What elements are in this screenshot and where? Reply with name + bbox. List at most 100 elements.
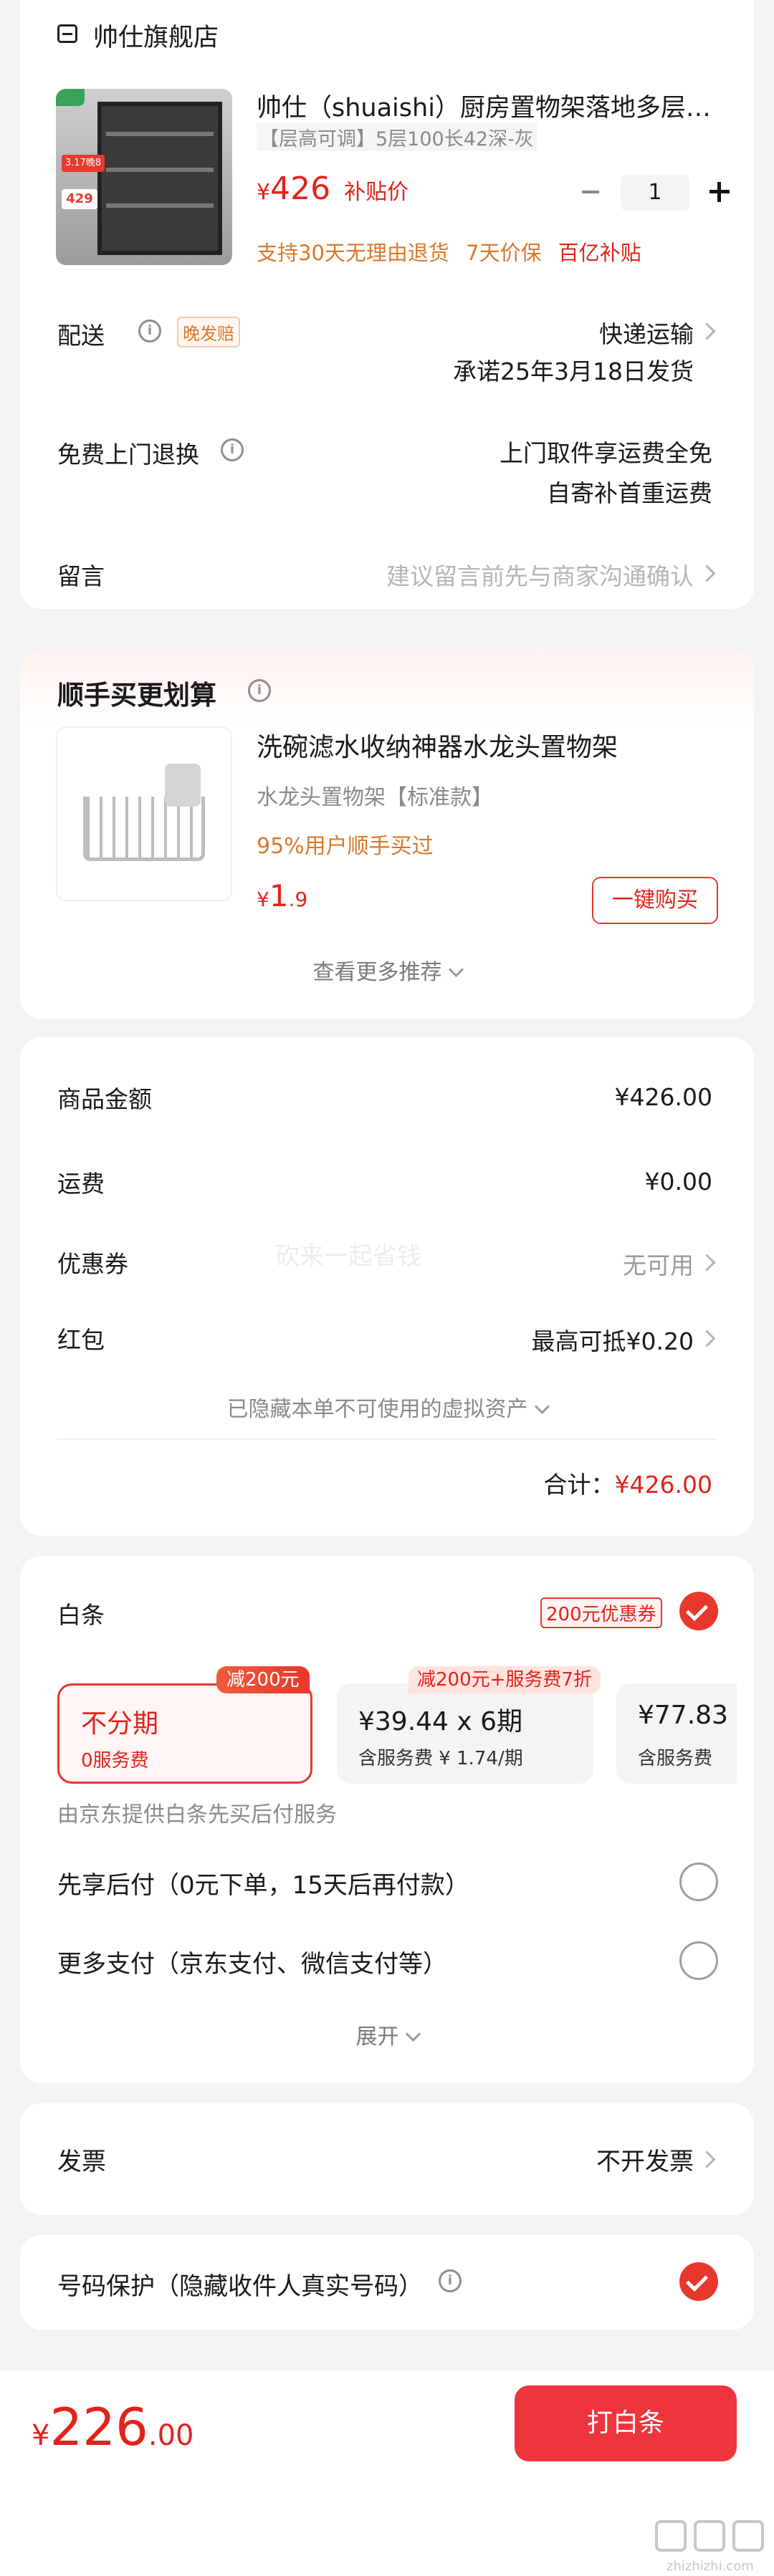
return-line2: 自寄补首重运费 xyxy=(547,479,712,507)
option-title: ¥39.44 x 6期 xyxy=(358,1701,522,1738)
option-price: ¥39.44 xyxy=(358,1707,449,1736)
subsidy-label: 补贴价 xyxy=(344,180,409,205)
thumb-price-badge: 429 xyxy=(62,189,97,209)
check-icon xyxy=(685,2269,709,2292)
tag-return: 支持30天无理由退货 xyxy=(257,241,449,265)
chevron-down-icon xyxy=(405,2026,421,2042)
addon-item-price: ¥1.9 xyxy=(257,878,307,913)
option-tag: 减200元+服务费7折 xyxy=(408,1666,601,1693)
hidden-assets-label: 已隐藏本单不可使用的虚拟资产 xyxy=(226,1397,528,1422)
increase-button[interactable] xyxy=(707,179,732,205)
info-icon[interactable]: i xyxy=(221,438,244,461)
option-title: 不分期 xyxy=(81,1709,159,1739)
hidden-assets-toggle[interactable]: 已隐藏本单不可使用的虚拟资产 xyxy=(20,1391,754,1423)
provider-note: 由京东提供白条先买后付服务 xyxy=(57,1802,337,1827)
expand-toggle[interactable]: 展开 xyxy=(20,2019,754,2050)
option-sub: 含服务费 xyxy=(638,1748,713,1769)
more-recommend-link[interactable]: 查看更多推荐 xyxy=(20,954,754,986)
goods-amount-value: ¥426.00 xyxy=(614,1083,712,1111)
tag-subsidy: 百亿补贴 xyxy=(558,241,641,265)
info-icon[interactable]: i xyxy=(138,319,161,342)
price-symbol: ¥ xyxy=(257,888,269,911)
chevron-right-icon xyxy=(698,1330,716,1347)
installment-option-3[interactable]: ¥77.83 含服务费 xyxy=(616,1683,737,1784)
thumb-promo-badge: 3.17晚8 xyxy=(62,155,105,172)
invoice-value[interactable]: 不开发票 xyxy=(596,2142,694,2177)
installment-options: 不分期 0服务费 减200元 ¥39.44 x 6期 含服务费 ¥ 1.74/期… xyxy=(57,1666,737,1784)
payable-amount: ¥226.00 xyxy=(32,2397,194,2457)
baitiao-checkbox[interactable] xyxy=(679,1592,718,1630)
order-card: 帅仕旗舰店 3.17晚8 429 帅仕（shuaishi）厨房置物架落地多层… … xyxy=(20,0,754,609)
order-total: 合计：¥426.00 xyxy=(544,1466,712,1500)
more-pay-radio[interactable] xyxy=(679,1941,718,1980)
option-sub: 0服务费 xyxy=(81,1750,149,1772)
shipping-value: ¥0.00 xyxy=(644,1168,712,1196)
chevron-right-icon xyxy=(698,2150,716,2168)
currency-symbol: ¥ xyxy=(32,2419,50,2452)
price-value: 426 xyxy=(270,170,331,207)
pay-later-label: 先享后付（0元下单，15天后再付款） xyxy=(57,1871,469,1900)
product-spec[interactable]: 【层高可调】5层100长42深-灰 xyxy=(257,123,537,151)
late-ship-badge: 晚发赔 xyxy=(177,317,240,347)
addon-thumbnail[interactable] xyxy=(56,726,232,901)
addon-item-note: 95%用户顺手买过 xyxy=(257,834,434,859)
delivery-method[interactable]: 快递运输 xyxy=(599,315,694,350)
invoice-card[interactable]: 发票 不开发票 xyxy=(20,2103,754,2215)
quantity-input[interactable]: 1 xyxy=(621,175,689,211)
privacy-checkbox[interactable] xyxy=(679,2262,718,2301)
redpack-label: 红包 xyxy=(57,1326,105,1354)
addon-item-title[interactable]: 洗碗滤水收纳神器水龙头置物架 xyxy=(257,726,618,764)
option-multiplier: x 6期 xyxy=(457,1707,523,1736)
price-int: 1 xyxy=(269,878,289,913)
store-icon xyxy=(57,24,77,43)
price-symbol: ¥ xyxy=(257,180,271,205)
privacy-label: 号码保护（隐藏收件人真实号码） xyxy=(57,2272,423,2301)
chevron-right-icon xyxy=(698,564,716,582)
installment-option-6[interactable]: ¥39.44 x 6期 含服务费 ¥ 1.74/期 xyxy=(337,1683,593,1784)
product-price: ¥426 补贴价 xyxy=(257,170,408,207)
shipping-label: 运费 xyxy=(57,1170,105,1198)
service-tags: 支持30天无理由退货 7天价保 百亿补贴 xyxy=(257,236,641,266)
payment-card: 白条 200元优惠券 不分期 0服务费 减200元 ¥39.44 x 6期 含服… xyxy=(20,1556,754,2083)
coupon-tag[interactable]: 200元优惠券 xyxy=(540,1597,662,1628)
redpack-value[interactable]: 最高可抵¥0.20 xyxy=(532,1322,694,1357)
pay-later-radio[interactable] xyxy=(679,1863,718,1901)
return-label: 免费上门退换 xyxy=(57,441,199,468)
tag-price-protect: 7天价保 xyxy=(466,241,542,265)
check-icon xyxy=(685,1598,709,1622)
decrease-button[interactable] xyxy=(578,179,603,205)
option-price: ¥77.83 xyxy=(638,1701,728,1730)
goods-amount-label: 商品金额 xyxy=(57,1085,152,1113)
coupon-value[interactable]: 无可用 xyxy=(623,1246,694,1281)
product-thumbnail[interactable]: 3.17晚8 429 xyxy=(56,89,232,265)
summary-card: 商品金额 ¥426.00 运费 ¥0.00 砍来一起省钱 优惠券 无可用 红包 … xyxy=(20,1037,754,1536)
amount-int: 226 xyxy=(49,2397,148,2457)
total-label: 合计： xyxy=(543,1471,615,1499)
message-input[interactable]: 建议留言前先与商家沟通确认 xyxy=(386,557,694,592)
site-watermark-logo xyxy=(655,2520,770,2559)
installment-option-none[interactable]: 不分期 0服务费 xyxy=(57,1683,312,1784)
info-icon[interactable]: i xyxy=(248,679,271,702)
privacy-card: 号码保护（隐藏收件人真实号码） i xyxy=(20,2235,754,2330)
addon-item-spec: 水龙头置物架【标准款】 xyxy=(257,785,493,810)
coupon-label: 优惠券 xyxy=(57,1250,128,1278)
return-line1: 上门取件享运费全免 xyxy=(500,439,712,467)
option-tag: 减200元 xyxy=(216,1666,310,1693)
one-click-buy-button[interactable]: 一键购买 xyxy=(592,877,718,924)
more-recommend-label: 查看更多推荐 xyxy=(312,960,442,985)
option-sub: 含服务费 ¥ 1.74/期 xyxy=(358,1748,523,1769)
delivery-promise: 承诺25年3月18日发货 xyxy=(453,357,694,385)
checkout-bar: ¥226.00 打白条 zhizhizhi.com xyxy=(0,2371,774,2576)
expand-label: 展开 xyxy=(355,2024,399,2049)
chevron-right-icon xyxy=(698,1254,716,1272)
delivery-label: 配送 xyxy=(57,322,105,350)
pay-baitiao-button[interactable]: 打白条 xyxy=(515,2385,737,2461)
more-pay-label: 更多支付（京东支付、微信支付等） xyxy=(57,1950,447,1979)
product-title[interactable]: 帅仕（shuaishi）厨房置物架落地多层… xyxy=(257,87,737,124)
addon-title: 顺手买更划算 xyxy=(57,680,216,711)
chevron-down-icon xyxy=(448,961,464,978)
info-icon[interactable]: i xyxy=(439,2269,462,2292)
addon-card: 顺手买更划算 i 洗碗滤水收纳神器水龙头置物架 水龙头置物架【标准款】 95%用… xyxy=(20,649,754,1019)
chevron-right-icon xyxy=(698,322,716,340)
store-name[interactable]: 帅仕旗舰店 xyxy=(93,17,219,54)
